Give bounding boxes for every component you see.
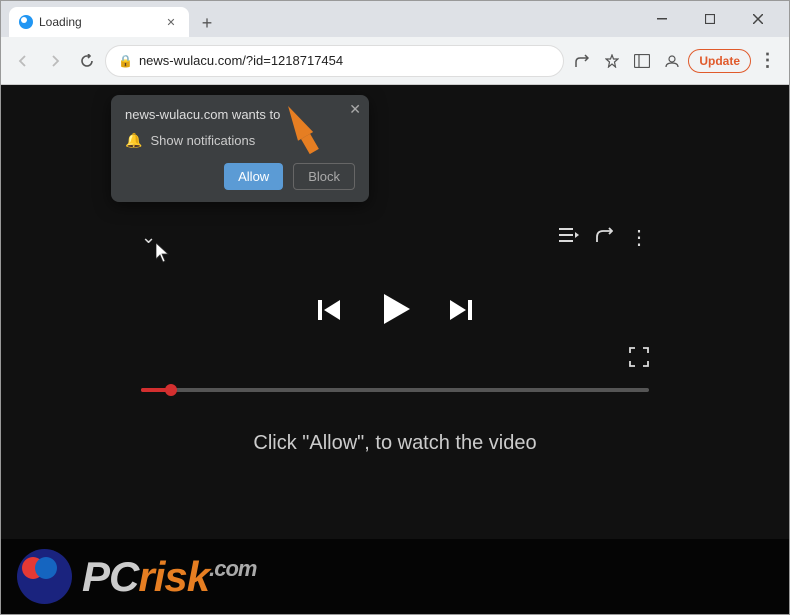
browser-menu-button[interactable]: ⋮ [753,47,781,75]
sidebar-button[interactable] [628,47,656,75]
more-options-icon[interactable]: ⋮ [629,225,649,250]
close-button[interactable] [735,1,781,37]
previous-button[interactable] [316,296,344,331]
pcrisk-logo-icon [17,549,72,604]
progress-bar-background [141,388,649,392]
tab-title: Loading [39,15,159,29]
queue-icon[interactable] [559,226,579,249]
tab-favicon [19,15,33,29]
notification-buttons: Allow Block [125,163,355,190]
player-area: ⌄ [121,145,669,534]
next-button[interactable] [446,296,474,331]
browser-window: Loading ✕ + 🔒 [0,0,790,615]
refresh-button[interactable] [73,47,101,75]
logo-pc-text: P [82,553,109,600]
player-main-controls [316,290,474,337]
share-button[interactable] [568,47,596,75]
notification-text: Show notifications [150,133,255,148]
bookmark-button[interactable] [598,47,626,75]
address-input[interactable]: 🔒 news-wulacu.com/?id=1218717454 [105,45,564,77]
content-area: ✕ news-wulacu.com wants to 🔔 Show notifi… [1,85,789,614]
progress-bar-fill [141,388,171,392]
url-text: news-wulacu.com/?id=1218717454 [139,53,551,68]
logo-com-text: .com [209,556,256,581]
new-tab-button[interactable]: + [193,9,221,37]
play-button[interactable] [376,290,414,337]
fullscreen-button[interactable] [629,347,649,372]
watermark-area: PCrisk.com [1,539,789,614]
progress-bar-area[interactable] [121,388,669,392]
chevron-down-icon[interactable]: ⌄ [141,227,156,248]
profile-button[interactable] [658,47,686,75]
address-actions: Update ⋮ [568,47,781,75]
tab-close-button[interactable]: ✕ [163,14,179,30]
bell-icon: 🔔 [125,132,142,149]
block-button[interactable]: Block [293,163,355,190]
click-instruction-text: Click "Allow", to watch the video [253,432,536,455]
fullscreen-row [121,347,669,372]
pcrisk-logo-text: PCrisk.com [82,553,256,601]
update-button[interactable]: Update [688,49,751,73]
tab-strip: Loading ✕ + [9,1,639,37]
orange-arrow [269,90,329,165]
window-controls [639,1,781,37]
notification-close-button[interactable]: ✕ [349,101,361,118]
active-tab[interactable]: Loading ✕ [9,7,189,37]
forward-button[interactable] [41,47,69,75]
player-right-controls: ⋮ [559,225,649,250]
notification-popup: ✕ news-wulacu.com wants to 🔔 Show notifi… [111,95,369,202]
maximize-button[interactable] [687,1,733,37]
logo-risk-text: risk [138,553,209,600]
address-bar: 🔒 news-wulacu.com/?id=1218717454 Update … [1,37,789,85]
allow-button[interactable]: Allow [224,163,283,190]
player-top-controls: ⌄ [121,225,669,250]
progress-indicator [165,384,177,396]
back-button[interactable] [9,47,37,75]
minimize-button[interactable] [639,1,685,37]
share-icon[interactable] [595,226,613,249]
title-bar: Loading ✕ + [1,1,789,37]
logo-c-text: C [109,553,138,600]
lock-icon: 🔒 [118,54,133,68]
